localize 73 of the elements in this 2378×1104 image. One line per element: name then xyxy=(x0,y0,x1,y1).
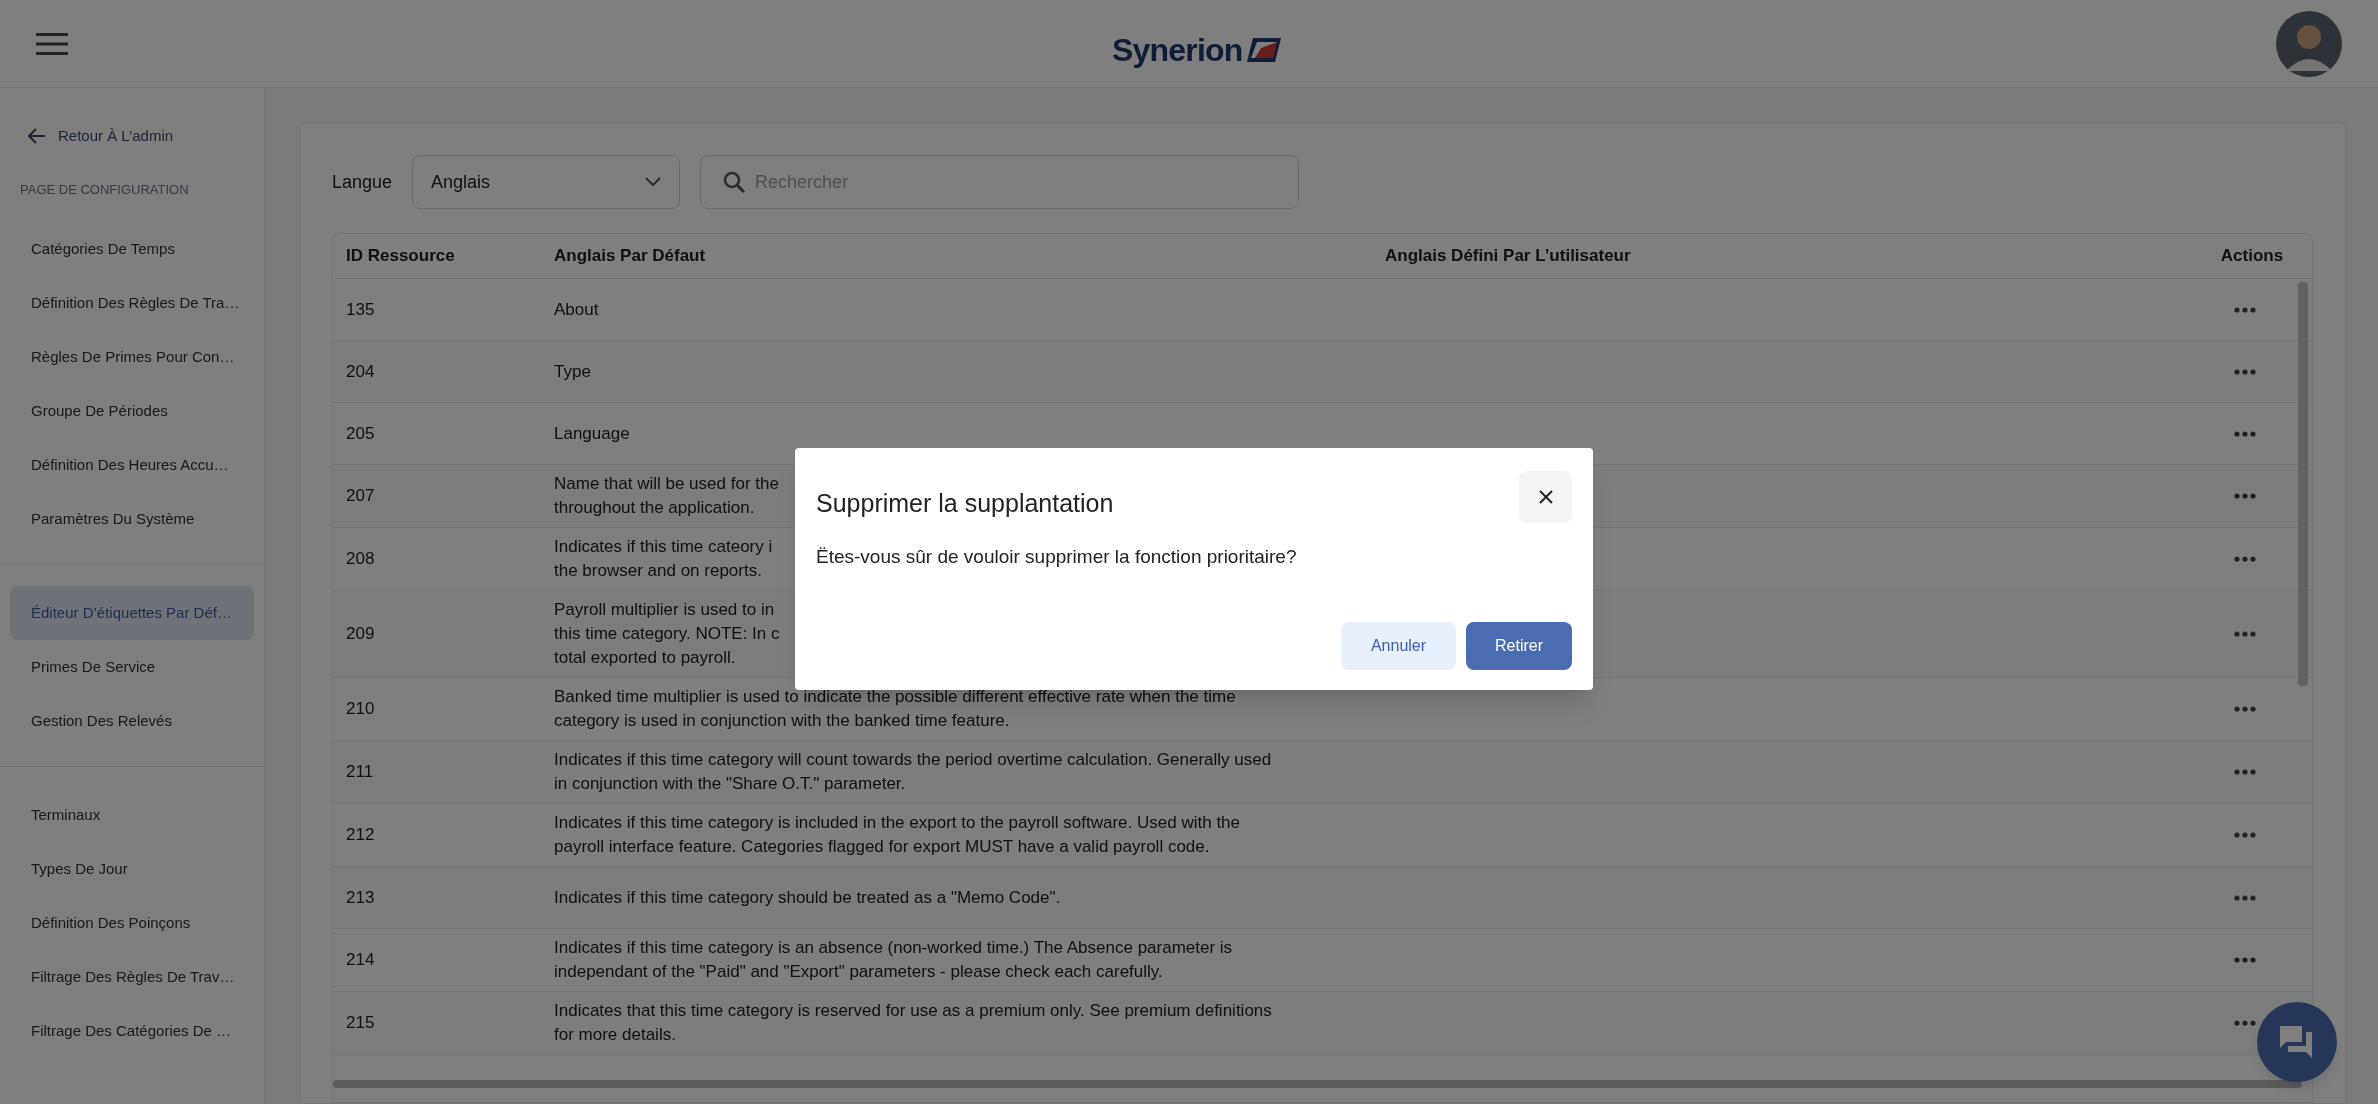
dialog-message: Ëtes-vous sûr de vouloir supprimer la fonction prioritaire? xyxy=(816,545,1298,569)
more-icon[interactable] xyxy=(2234,430,2256,437)
close-button[interactable] xyxy=(1519,471,1572,523)
sidebar-item[interactable]: Filtrage Des Catégories De … xyxy=(10,1004,254,1058)
sidebar-item[interactable]: Groupe De Périodes xyxy=(10,384,254,438)
avatar[interactable] xyxy=(2276,10,2342,77)
sidebar-item[interactable]: Gestion Des Relevés xyxy=(10,694,254,748)
sidebar-item[interactable]: Définition Des Règles De Tra… xyxy=(10,276,254,330)
table-cell: 135 xyxy=(346,299,375,319)
sidebar-item[interactable]: Filtrage Des Règles De Trav… xyxy=(10,950,254,1004)
language-label: Langue xyxy=(332,170,393,194)
more-icon[interactable] xyxy=(2234,769,2256,775)
more-icon[interactable] xyxy=(2234,368,2256,375)
sidebar-item[interactable]: Éditeur D’étiquettes Par Déf… xyxy=(10,586,254,640)
sidebar-item[interactable]: Définition Des Heures Accu… xyxy=(10,438,254,492)
table-cell: 210 xyxy=(346,699,375,718)
vertical-scrollbar[interactable] xyxy=(2298,282,2308,686)
more-icon[interactable] xyxy=(2234,894,2256,901)
dialog-title: Supprimer la supplantation xyxy=(816,488,1114,519)
more-icon[interactable] xyxy=(2234,306,2256,313)
column-header: ID Ressource xyxy=(346,246,455,266)
table-cell-text: About xyxy=(554,298,599,321)
table-cell: 208 xyxy=(346,549,375,568)
table-cell-text: Indicates if this time category will count towards the period overtime calculation. Generally used in conjunction with the "Share O.T." parameter. xyxy=(554,749,1272,795)
back-link[interactable]: Retour À L’admin xyxy=(0,110,264,162)
table-cell: 204 xyxy=(346,361,375,381)
sidebar-item[interactable]: Types De Jour xyxy=(10,842,254,896)
more-icon[interactable] xyxy=(2234,1020,2256,1026)
table-cell-text: Indicates if this time cateory i the browser and on reports. xyxy=(554,536,773,582)
column-header: Anglais Par Défaut xyxy=(554,246,706,266)
sidebar-item[interactable]: Définition Des Poinçons xyxy=(10,896,254,950)
table-cell: 212 xyxy=(346,825,375,844)
table-cell: 215 xyxy=(346,1013,375,1032)
table-cell-text: Payroll multiplier is used to in this time category. NOTE: In c total exported to payroll. xyxy=(554,599,780,669)
table-cell: 205 xyxy=(346,423,375,443)
table-cell: 207 xyxy=(346,486,375,505)
sidebar-item[interactable]: Primes De Service xyxy=(10,640,254,694)
table-cell: 213 xyxy=(346,887,375,907)
table-cell-text: Banked time multiplier is used to indicate the possible different effective rate when the time category is used in conjunction with the banked time feature. xyxy=(554,686,1236,732)
cancel-button[interactable]: Annuler xyxy=(1341,621,1456,670)
more-icon[interactable] xyxy=(2234,556,2256,562)
more-icon[interactable] xyxy=(2234,706,2256,712)
table-cell-text: Indicates if this time category is included in the export to the payroll software. Used with the payroll interface feature. Categories flagged for export MUST have a valid payroll code. xyxy=(554,812,1240,858)
table-cell-text: Name that will be used for the throughout the application. xyxy=(554,473,779,519)
logo-text: Synerion xyxy=(1112,31,1243,70)
flag-icon xyxy=(1246,36,1281,64)
more-icon[interactable] xyxy=(2234,832,2256,838)
sidebar-item[interactable]: Catégories De Temps xyxy=(10,222,254,276)
table-cell-text: Indicates if this time category should be treated as a "Memo Code". xyxy=(554,886,1061,909)
close-icon xyxy=(1538,490,1553,504)
table-cell-text: Type xyxy=(554,360,591,383)
more-icon[interactable] xyxy=(2234,493,2256,499)
more-icon[interactable] xyxy=(2234,631,2256,637)
chevron-down-icon xyxy=(645,177,662,187)
section-label: PAGE DE CONFIGURATION xyxy=(19,181,190,200)
table-cell-text: Language xyxy=(554,422,630,445)
sidebar-item[interactable]: Règles De Primes Pour Con… xyxy=(10,330,254,384)
table-cell-text: Indicates that this time category is reserved for use as a premium only. See premium definitions for more details. xyxy=(554,1000,1272,1046)
table-cell: 214 xyxy=(346,950,375,969)
language-select[interactable]: Anglais xyxy=(412,155,681,209)
table-cell: 209 xyxy=(346,624,375,643)
table-cell: 211 xyxy=(346,762,374,781)
remove-button[interactable]: Retirer xyxy=(1466,621,1572,670)
menu-icon[interactable] xyxy=(36,32,68,55)
horizontal-scrollbar[interactable] xyxy=(333,1080,2302,1088)
column-header: Anglais Défini Par L’utilisateur xyxy=(1385,246,1631,266)
column-header: Actions xyxy=(2220,246,2284,266)
search-icon xyxy=(722,170,747,194)
back-arrow-icon xyxy=(28,128,46,144)
table-cell-text: Indicates if this time category is an absence (non-worked time.) The Absence parameter is independant of the "Paid" and "Export" parameters - please check each carefully. xyxy=(554,937,1233,983)
more-icon[interactable] xyxy=(2234,957,2256,963)
sidebar-item[interactable]: Terminaux xyxy=(10,788,254,842)
sidebar-item[interactable]: Paramètres Du Système xyxy=(10,492,254,546)
